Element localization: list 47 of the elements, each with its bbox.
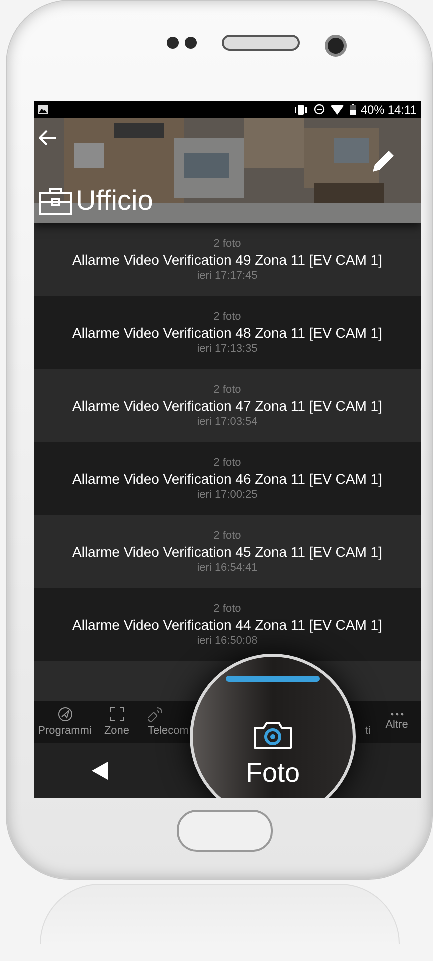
photo-count: 2 foto xyxy=(214,456,242,470)
sensor-icon xyxy=(167,37,179,49)
event-time: ieri 17:13:35 xyxy=(197,342,258,356)
tab-label[interactable]: Altre xyxy=(386,720,408,731)
paper-plane-icon xyxy=(58,707,72,722)
event-title: Allarme Video Verification 47 Zona 11 [EV CAM 1] xyxy=(72,396,382,414)
photo-count: 2 foto xyxy=(214,310,242,324)
photo-count: 2 foto xyxy=(214,382,242,396)
photo-count: 2 foto xyxy=(214,236,242,250)
sensor-icon xyxy=(185,37,197,49)
front-camera xyxy=(325,35,347,57)
event-time: ieri 16:54:41 xyxy=(197,560,258,574)
back-triangle-icon[interactable] xyxy=(92,762,108,780)
briefcase-icon xyxy=(39,187,72,215)
clock-time: 14:11 xyxy=(388,102,417,118)
tab-label[interactable]: Programmi xyxy=(38,726,92,737)
do-not-disturb-icon xyxy=(314,104,325,115)
event-time: ieri 17:17:45 xyxy=(197,268,258,282)
event-time: ieri 17:03:54 xyxy=(197,414,258,428)
tab-label[interactable]: Telecom xyxy=(148,726,189,737)
tab-label[interactable]: Zone xyxy=(104,726,130,737)
camera-icon xyxy=(253,720,293,750)
event-title: Allarme Video Verification 48 Zona 11 [EV CAM 1] xyxy=(72,324,382,342)
vibrate-icon xyxy=(294,104,308,114)
image-icon xyxy=(38,105,48,114)
photo-count: 2 foto xyxy=(214,602,242,616)
tab-label[interactable]: ti xyxy=(366,726,371,737)
back-arrow-icon[interactable] xyxy=(39,130,57,146)
event-row[interactable]: 2 foto Allarme Video Verification 45 Zona 11 [EV CAM 1] ieri 16:54:41 xyxy=(34,515,421,588)
battery-percentage: 40% xyxy=(360,102,385,118)
photo-count: 2 foto xyxy=(214,528,242,542)
event-title: Allarme Video Verification 44 Zona 11 [EV CAM 1] xyxy=(72,616,382,634)
battery-icon xyxy=(350,104,356,115)
frame-corners-icon xyxy=(110,707,124,722)
event-row[interactable]: 2 foto Allarme Video Verification 49 Zona 11 [EV CAM 1] ieri 17:17:45 xyxy=(34,223,421,296)
event-title: Allarme Video Verification 45 Zona 11 [EV CAM 1] xyxy=(72,542,382,560)
wifi-icon xyxy=(330,104,344,114)
remote-control-icon xyxy=(148,707,163,722)
more-dots-icon xyxy=(390,713,404,716)
pencil-icon[interactable] xyxy=(371,148,397,174)
event-title: Allarme Video Verification 49 Zona 11 [EV CAM 1] xyxy=(72,250,382,268)
event-row[interactable]: 2 foto Allarme Video Verification 47 Zona 11 [EV CAM 1] ieri 17:03:54 xyxy=(34,369,421,442)
room-title: Ufficio xyxy=(76,187,154,215)
tab-label[interactable]: Foto xyxy=(246,760,300,787)
event-title: Allarme Video Verification 46 Zona 11 [EV CAM 1] xyxy=(72,470,382,488)
event-time: ieri 16:50:08 xyxy=(197,634,258,648)
event-time: ieri 17:00:25 xyxy=(197,488,258,502)
